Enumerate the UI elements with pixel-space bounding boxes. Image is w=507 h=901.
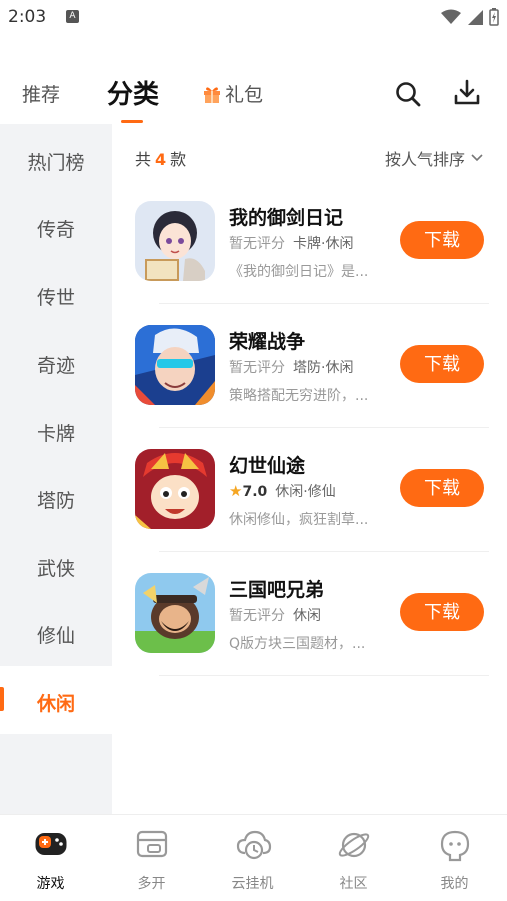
active-tab-indicator (121, 120, 143, 123)
game-meta: 暂无评分 塔防·休闲 (229, 357, 353, 377)
nav-item-community[interactable]: 社区 (303, 815, 404, 901)
game-icon (135, 449, 215, 529)
profile-icon (440, 830, 470, 862)
game-tags: 休闲 (293, 608, 321, 624)
status-icons (441, 8, 499, 26)
game-rating: 7.0 (242, 484, 268, 500)
game-icon (135, 573, 215, 653)
game-rating: 暂无评分 (229, 360, 285, 376)
game-description: Q版方块三国题材，... (229, 636, 366, 652)
game-item[interactable]: 我的御剑日记 暂无评分 卡牌·休闲 《我的御剑日记》是... 下载 (112, 201, 507, 325)
signal-icon (468, 10, 483, 25)
game-meta: ★7.0 休闲·修仙 (229, 481, 336, 501)
gift-icon (204, 86, 220, 103)
game-count-suffix: 款 (170, 150, 187, 169)
divider (159, 303, 489, 304)
tab-gift-label: 礼包 (225, 84, 264, 106)
tab-recommend[interactable]: 推荐 (22, 80, 60, 107)
nav-label: 游戏 (36, 876, 65, 892)
game-name: 幻世仙途 (229, 455, 306, 477)
nav-label: 我的 (440, 876, 469, 892)
planet-icon (338, 832, 370, 858)
game-icon (135, 325, 215, 405)
nav-label: 多开 (137, 876, 166, 892)
game-item[interactable]: 幻世仙途 ★7.0 休闲·修仙 休闲修仙，疯狂割草... 下载 (112, 449, 507, 573)
game-description: 策略搭配无穷进阶，... (229, 388, 369, 404)
sidebar-item-legend[interactable]: 传奇 (0, 215, 112, 242)
chevron-down-icon (471, 154, 483, 162)
game-count-value: 4 (155, 150, 167, 169)
top-tab-bar: 推荐 分类 礼包 (0, 62, 507, 124)
sidebar-background-lower (0, 734, 112, 814)
battery-icon (489, 8, 499, 26)
game-name: 我的御剑日记 (229, 207, 344, 229)
download-button[interactable]: 下载 (400, 345, 484, 383)
multi-open-icon (136, 830, 168, 858)
divider (159, 427, 489, 428)
notification-icon: A (66, 10, 79, 23)
sidebar-item-xiuxian[interactable]: 修仙 (0, 621, 112, 648)
game-count-prefix: 共 (135, 150, 152, 169)
game-description: 《我的御剑日记》是... (229, 264, 369, 280)
sidebar-item-casual[interactable]: 休闲 (0, 689, 112, 716)
star-icon: ★ (229, 482, 243, 500)
search-icon[interactable] (394, 80, 422, 108)
bottom-navigation: 游戏 多开 云挂机 社区 我的 (0, 814, 507, 901)
download-button[interactable]: 下载 (400, 593, 484, 631)
sidebar-item-chuanshi[interactable]: 传世 (0, 283, 112, 310)
sidebar-item-card[interactable]: 卡牌 (0, 419, 112, 446)
game-item[interactable]: 荣耀战争 暂无评分 塔防·休闲 策略搭配无穷进阶，... 下载 (112, 325, 507, 449)
nav-label: 云挂机 (231, 876, 274, 892)
game-rating: 暂无评分 (229, 236, 285, 252)
game-meta: 暂无评分 休闲 (229, 605, 321, 625)
game-tags: 塔防·休闲 (293, 360, 354, 376)
game-icon (135, 201, 215, 281)
download-button[interactable]: 下载 (400, 221, 484, 259)
nav-label: 社区 (339, 876, 368, 892)
nav-item-multi-open[interactable]: 多开 (101, 815, 202, 901)
divider (159, 675, 489, 676)
divider (159, 551, 489, 552)
wifi-icon (441, 9, 461, 24)
tab-gift[interactable]: 礼包 (202, 80, 263, 107)
download-icon[interactable] (453, 78, 481, 106)
game-list-panel: 共4款 按人气排序 我的御剑日记 暂无评分 卡牌·休闲 《我的御剑日记》是...… (112, 124, 507, 814)
status-bar: 2:03 A (0, 0, 507, 36)
cloud-clock-icon (236, 830, 272, 860)
download-button[interactable]: 下载 (400, 469, 484, 507)
sort-dropdown[interactable]: 按人气排序 (385, 146, 483, 170)
game-meta: 暂无评分 卡牌·休闲 (229, 233, 353, 253)
sidebar-item-hot[interactable]: 热门榜 (0, 148, 112, 175)
game-item[interactable]: 三国吧兄弟 暂无评分 休闲 Q版方块三国题材，... 下载 (112, 573, 507, 697)
sidebar-item-miracle[interactable]: 奇迹 (0, 351, 112, 378)
sidebar-background-upper (0, 124, 112, 666)
gamepad-icon (35, 833, 67, 855)
game-tags: 休闲·修仙 (275, 484, 336, 500)
tab-category[interactable]: 分类 (107, 74, 159, 111)
game-rating: 暂无评分 (229, 608, 285, 624)
nav-item-profile[interactable]: 我的 (404, 815, 505, 901)
game-name: 荣耀战争 (229, 331, 306, 353)
game-name: 三国吧兄弟 (229, 579, 325, 601)
sidebar-item-wuxia[interactable]: 武侠 (0, 554, 112, 581)
nav-item-games[interactable]: 游戏 (0, 815, 101, 901)
game-count: 共4款 (135, 146, 186, 170)
nav-item-cloud-idle[interactable]: 云挂机 (202, 815, 303, 901)
rating-score: ★7.0 (229, 482, 267, 500)
category-sidebar: 热门榜 传奇 传世 奇迹 卡牌 塔防 武侠 修仙 休闲 (0, 124, 112, 814)
game-description: 休闲修仙，疯狂割草... (229, 512, 369, 528)
sort-label: 按人气排序 (384, 150, 465, 169)
status-time: 2:03 (8, 7, 47, 27)
sidebar-item-tower-defense[interactable]: 塔防 (0, 486, 112, 513)
game-tags: 卡牌·休闲 (293, 236, 354, 252)
